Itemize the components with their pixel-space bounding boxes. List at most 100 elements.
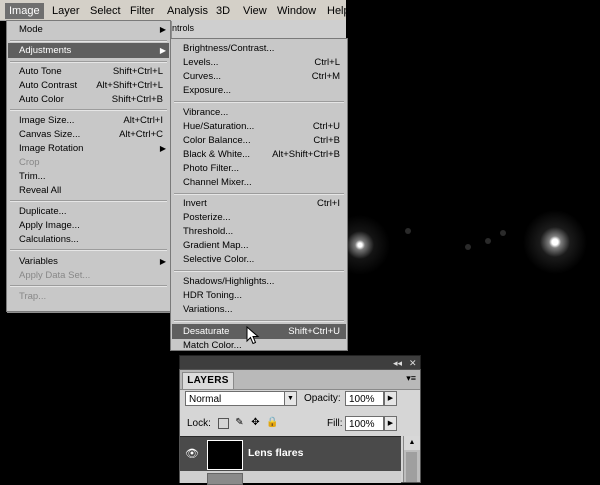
layers-scrollbar[interactable]: ▲	[403, 436, 420, 482]
fill-field[interactable]: 100%	[345, 416, 384, 431]
menu-item-label: Crop	[19, 157, 40, 168]
lock-transparent-icon[interactable]	[218, 418, 229, 429]
menu-item-black-white[interactable]: Black & White... Alt+Shift+Ctrl+B	[172, 148, 346, 162]
menu-separator	[10, 200, 167, 202]
menu-item-label: Photo Filter...	[183, 163, 239, 174]
scroll-up-icon[interactable]: ▲	[404, 436, 420, 450]
menu-item-label: Auto Contrast	[19, 80, 78, 91]
flare-artifact	[465, 244, 471, 250]
menu-3d[interactable]: 3D	[212, 3, 234, 19]
lock-move-icon[interactable]: ✥	[250, 417, 261, 428]
menu-item-auto-tone[interactable]: Auto Tone Shift+Ctrl+L	[8, 65, 169, 79]
menu-item-reveal-all[interactable]: Reveal All	[8, 184, 169, 198]
submenu-arrow-icon: ▶	[159, 46, 166, 55]
menu-item-canvas-size[interactable]: Canvas Size... Alt+Ctrl+C	[8, 128, 169, 142]
menu-image[interactable]: Image	[5, 3, 44, 19]
menu-item-trim[interactable]: Trim...	[8, 170, 169, 184]
menu-item-levels[interactable]: Levels... Ctrl+L	[172, 56, 346, 70]
menu-item-label: Image Rotation	[19, 143, 84, 154]
menu-item-auto-color[interactable]: Auto Color Shift+Ctrl+B	[8, 93, 169, 107]
menu-item-shortcut: Ctrl+L	[314, 57, 340, 68]
menu-analysis[interactable]: Analysis	[163, 3, 212, 19]
menu-item-threshold[interactable]: Threshold...	[172, 225, 346, 239]
menu-item-label: Calculations...	[19, 234, 79, 245]
menu-item-shortcut: Shift+Ctrl+U	[288, 326, 340, 337]
menu-item-adjustments[interactable]: Adjustments ▶	[8, 43, 169, 58]
menu-item-label: Reveal All	[19, 185, 62, 196]
lock-brush-icon[interactable]: ✎	[234, 417, 245, 428]
menu-separator	[174, 193, 344, 195]
menu-item-label: Vibrance...	[183, 107, 229, 118]
menu-item-image-rotation[interactable]: Image Rotation ▶	[8, 142, 169, 156]
menu-item-calculations[interactable]: Calculations...	[8, 233, 169, 247]
blend-mode-select[interactable]: Normal	[185, 391, 291, 406]
menu-item-shortcut: Alt+Shift+Ctrl+B	[272, 149, 340, 160]
layers-panel: LAYERS ▾≡ Normal ▼ Opacity: 100% ▶ Lock:…	[179, 369, 421, 485]
lock-all-icon[interactable]: 🔒	[266, 417, 278, 428]
menu-item-channel-mixer[interactable]: Channel Mixer...	[172, 176, 346, 190]
menu-item-exposure[interactable]: Exposure...	[172, 84, 346, 98]
menu-separator	[10, 109, 167, 111]
opacity-slider-button[interactable]: ▶	[384, 391, 397, 406]
menu-item-variables[interactable]: Variables ▶	[8, 255, 169, 269]
menu-item-variations[interactable]: Variations...	[172, 303, 346, 317]
opacity-field[interactable]: 100%	[345, 391, 384, 406]
menu-item-label: Variables	[19, 256, 58, 267]
menu-item-label: Apply Image...	[19, 220, 80, 231]
menu-item-photo-filter[interactable]: Photo Filter...	[172, 162, 346, 176]
menu-window[interactable]: Window	[273, 3, 320, 19]
menu-item-label: Channel Mixer...	[183, 177, 252, 188]
menu-separator	[174, 320, 344, 322]
menu-separator	[10, 249, 167, 251]
layer-row[interactable]	[180, 471, 401, 485]
menu-item-label: Canvas Size...	[19, 129, 81, 140]
scrollbar-thumb[interactable]	[406, 452, 417, 482]
menu-item-trap: Trap...	[8, 290, 169, 304]
menu-filter[interactable]: Filter	[126, 3, 158, 19]
options-bar-text: ntrols	[172, 23, 195, 33]
menu-item-auto-contrast[interactable]: Auto Contrast Alt+Shift+Ctrl+L	[8, 79, 169, 93]
menu-item-image-size[interactable]: Image Size... Alt+Ctrl+I	[8, 114, 169, 128]
menu-item-vibrance[interactable]: Vibrance...	[172, 106, 346, 120]
menu-item-hdr-toning[interactable]: HDR Toning...	[172, 289, 346, 303]
fill-slider-button[interactable]: ▶	[384, 416, 397, 431]
menu-item-invert[interactable]: Invert Ctrl+I	[172, 197, 346, 211]
eye-icon[interactable]: 👁	[185, 447, 199, 460]
menu-item-label: Black & White...	[183, 149, 251, 160]
menu-item-apply-image[interactable]: Apply Image...	[8, 219, 169, 233]
menu-help[interactable]: Help	[323, 3, 354, 19]
menu-item-label: Match Color...	[183, 340, 242, 351]
menu-layer[interactable]: Layer	[48, 3, 84, 19]
lock-label: Lock:	[187, 418, 211, 429]
menu-item-label: Trim...	[19, 171, 46, 182]
menu-item-label: Duplicate...	[19, 206, 67, 217]
menu-item-gradient-map[interactable]: Gradient Map...	[172, 239, 346, 253]
menu-item-crop: Crop	[8, 156, 169, 170]
menu-item-label: HDR Toning...	[183, 290, 242, 301]
menu-item-selective-color[interactable]: Selective Color...	[172, 253, 346, 267]
menu-item-hue-saturation[interactable]: Hue/Saturation... Ctrl+U	[172, 120, 346, 134]
menu-item-duplicate[interactable]: Duplicate...	[8, 205, 169, 219]
menu-view[interactable]: View	[239, 3, 271, 19]
tab-layers[interactable]: LAYERS	[182, 372, 234, 389]
menu-item-label: Selective Color...	[183, 254, 255, 265]
menu-select[interactable]: Select	[86, 3, 125, 19]
menu-item-label: Apply Data Set...	[19, 270, 91, 281]
menu-item-shadows-highlights[interactable]: Shadows/Highlights...	[172, 275, 346, 289]
menu-item-brightness-contrast[interactable]: Brightness/Contrast...	[172, 42, 346, 56]
menu-item-label: Trap...	[19, 291, 47, 302]
menu-item-label: Mode	[19, 24, 43, 35]
menu-item-color-balance[interactable]: Color Balance... Ctrl+B	[172, 134, 346, 148]
menu-item-curves[interactable]: Curves... Ctrl+M	[172, 70, 346, 84]
options-bar-fragment: ntrols	[170, 20, 346, 39]
panel-menu-icon[interactable]: ▾≡	[406, 373, 416, 384]
close-icon[interactable]: ✕	[409, 356, 417, 370]
menu-item-mode[interactable]: Mode ▶	[8, 23, 169, 37]
layer-thumbnail	[207, 473, 243, 485]
collapse-icon[interactable]: ◂◂	[393, 356, 402, 370]
chevron-down-icon[interactable]: ▼	[284, 391, 297, 406]
layer-row-lens-flares[interactable]: 👁 Lens flares	[180, 436, 401, 471]
menu-item-posterize[interactable]: Posterize...	[172, 211, 346, 225]
menu-item-label: Adjustments	[19, 45, 72, 56]
adjustments-submenu: Brightness/Contrast... Levels... Ctrl+L C…	[170, 38, 348, 351]
